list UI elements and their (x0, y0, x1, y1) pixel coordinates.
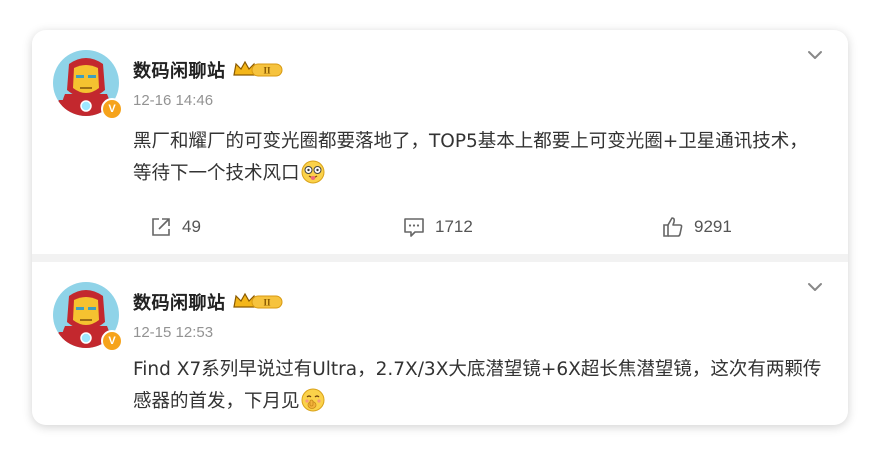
post-card: V 数码闲聊站 II 12-15 12:53 Find X7系列早说过有Ultr… (32, 262, 848, 425)
post-content: Find X7系列早说过有Ultra，2.7X/3X大底潜望镜+6X超长焦潜望镜… (133, 354, 823, 418)
post-timestamp[interactable]: 12-16 14:46 (133, 92, 213, 109)
verified-badge: V (101, 98, 123, 120)
shush-emoji-icon (301, 388, 325, 412)
chevron-down-icon[interactable] (804, 276, 826, 298)
post-card: V 数码闲聊站 II 12-16 14:46 黑厂和耀厂的可变光圈都要落地了，T… (32, 30, 848, 254)
svg-text:II: II (263, 66, 271, 76)
post-content: 黑厂和耀厂的可变光圈都要落地了，TOP5基本上都要上可变光圈+卫星通讯技术，等待… (133, 126, 823, 190)
share-count: 49 (182, 217, 201, 236)
share-icon (152, 218, 170, 236)
tongue-out-emoji-icon (301, 160, 325, 184)
post-text: 黑厂和耀厂的可变光圈都要落地了，TOP5基本上都要上可变光圈+卫星通讯技术，等待… (133, 131, 808, 184)
svg-text:II: II (263, 298, 271, 308)
comment-count: 1712 (435, 217, 473, 236)
crown-badge-icon: II (233, 292, 283, 309)
share-button[interactable]: 49 (150, 211, 201, 243)
feed-frame: V 数码闲聊站 II 12-16 14:46 黑厂和耀厂的可变光圈都要落地了，T… (32, 30, 848, 425)
username[interactable]: 数码闲聊站 (133, 57, 226, 83)
post-text: Find X7系列早说过有Ultra，2.7X/3X大底潜望镜+6X超长焦潜望镜… (133, 359, 822, 412)
verified-badge: V (101, 330, 123, 352)
post-timestamp[interactable]: 12-15 12:53 (133, 324, 213, 341)
comment-icon (404, 218, 424, 237)
chevron-down-icon[interactable] (804, 44, 826, 66)
thumbs-up-icon (663, 217, 683, 237)
post-actions: 49 1712 9291 (32, 211, 848, 243)
comment-button[interactable]: 1712 (403, 211, 473, 243)
like-button[interactable]: 9291 (662, 211, 732, 243)
like-count: 9291 (694, 217, 732, 236)
username[interactable]: 数码闲聊站 (133, 289, 226, 315)
crown-badge-icon: II (233, 60, 283, 77)
